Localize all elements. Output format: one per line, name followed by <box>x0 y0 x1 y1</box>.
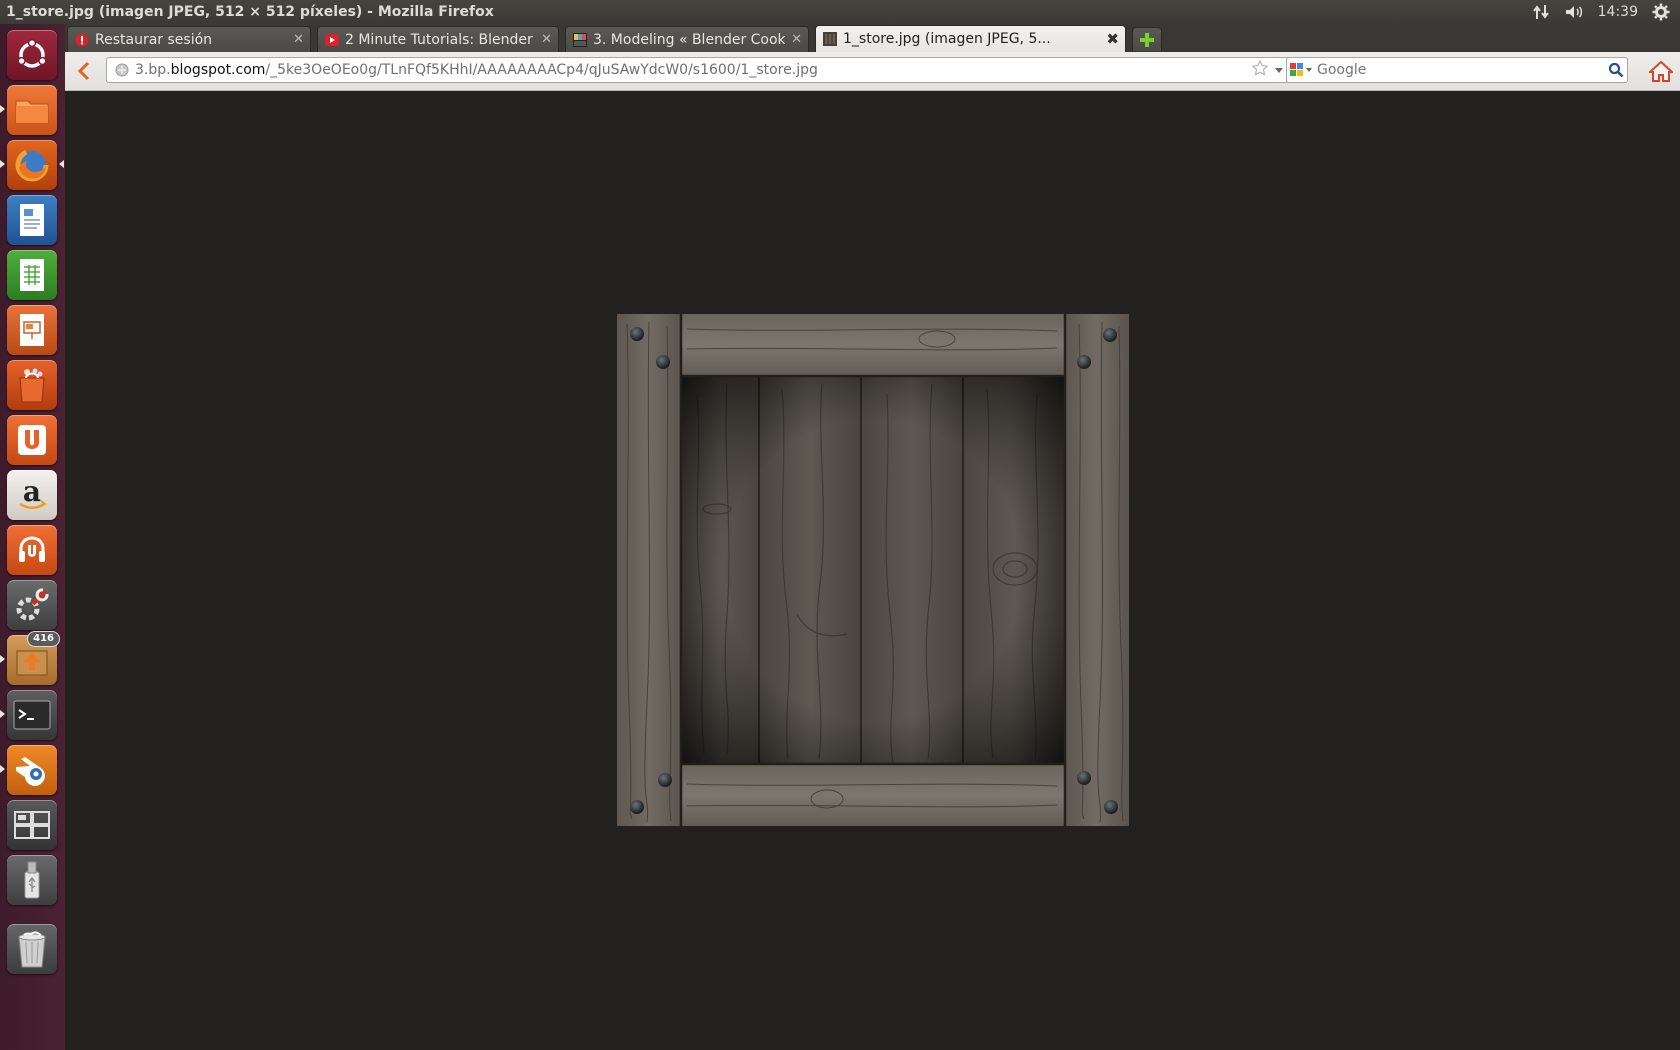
home-icon <box>1649 60 1673 82</box>
tab-2-minute-tutorials[interactable]: 2 Minute Tutorials: Blender ... ✕ <box>317 26 559 52</box>
url-bar[interactable]: 3.bp.blogspot.com/_5ke3OeOEo0g/TLnFQf5KH… <box>106 57 1315 83</box>
close-tab-icon[interactable]: ✕ <box>791 32 802 47</box>
page-content <box>65 91 1680 1050</box>
image-icon <box>822 31 838 47</box>
history-dropdown-icon[interactable] <box>1274 62 1284 78</box>
running-indicator <box>0 655 5 663</box>
running-indicator <box>0 105 5 113</box>
search-input[interactable] <box>1315 61 1605 79</box>
folder-icon[interactable] <box>7 85 57 135</box>
workspaces-icon[interactable] <box>7 800 57 850</box>
search-bar[interactable] <box>1286 57 1628 83</box>
new-tab-button[interactable] <box>1132 27 1162 51</box>
running-indicator <box>0 710 5 718</box>
running-indicator <box>0 765 5 773</box>
shopping-bag-icon[interactable] <box>7 360 57 410</box>
close-tab-icon[interactable]: ✕ <box>293 32 304 47</box>
amazon-icon[interactable]: a <box>7 470 57 520</box>
usb-icon[interactable] <box>7 855 57 905</box>
url-domain: blogspot.com <box>170 62 266 78</box>
firefox-icon[interactable] <box>7 140 57 190</box>
top-panel: 1_store.jpg (imagen JPEG, 512 × 512 píxe… <box>0 0 1680 24</box>
site-identity-icon[interactable] <box>113 61 131 79</box>
volume-icon[interactable] <box>1564 2 1584 22</box>
close-tab-icon[interactable]: ✕ <box>541 32 552 47</box>
network-icon[interactable] <box>1532 2 1550 22</box>
libreoffice-writer-icon[interactable] <box>7 195 57 245</box>
google-engine-icon[interactable] <box>1287 59 1315 81</box>
tab-modeling-blender-cookie[interactable]: 3. Modeling « Blender Cookie ✕ <box>565 26 809 52</box>
active-indicator <box>59 160 64 168</box>
back-arrow-icon <box>77 61 90 81</box>
update-count-badge: 416 <box>27 631 60 647</box>
tab-title: Restaurar sesión <box>95 31 213 48</box>
tab-title: 1_store.jpg (imagen JPEG, 5... <box>843 31 1051 47</box>
libreoffice-impress-icon[interactable] <box>7 305 57 355</box>
alert-icon <box>74 32 90 48</box>
plus-icon <box>1140 32 1154 47</box>
update-icon[interactable]: 416 <box>7 631 60 685</box>
home-button[interactable] <box>1648 58 1674 84</box>
url-prefix: 3.bp. <box>135 62 171 78</box>
back-button[interactable] <box>73 60 95 82</box>
libreoffice-calc-icon[interactable] <box>7 250 57 300</box>
svg-text:a: a <box>23 477 41 508</box>
window-title: 1_store.jpg (imagen JPEG, 512 × 512 píxe… <box>6 4 494 20</box>
session-gear-icon[interactable] <box>1652 2 1670 22</box>
youtube-icon <box>324 32 340 48</box>
trash-icon[interactable] <box>7 924 57 974</box>
clock[interactable]: 14:39 <box>1598 2 1638 22</box>
indicator-area: 14:39 <box>1532 2 1680 22</box>
crate-frame-bottom <box>681 764 1065 826</box>
tab-bar: Restaurar sesión ✕ 2 Minute Tutorials: B… <box>65 24 1680 52</box>
crate-planks <box>681 374 1065 766</box>
terminal-icon[interactable] <box>7 690 57 740</box>
running-indicator <box>0 160 5 168</box>
tab-title: 2 Minute Tutorials: Blender ... <box>345 31 536 48</box>
navigation-toolbar: 3.bp.blogspot.com/_5ke3OeOEo0g/TLnFQf5KH… <box>65 52 1680 91</box>
unity-launcher: a 416 <box>0 24 66 1050</box>
tab-1-store-jpg[interactable]: 1_store.jpg (imagen JPEG, 5... ✖ <box>815 25 1126 52</box>
tab-title: 3. Modeling « Blender Cookie <box>593 31 786 48</box>
bookmark-star-icon[interactable] <box>1251 59 1269 80</box>
ubuntu-one-icon[interactable] <box>7 415 57 465</box>
settings-icon[interactable] <box>7 580 57 630</box>
blendercookie-icon <box>572 32 588 48</box>
close-tab-icon[interactable]: ✖ <box>1106 30 1119 48</box>
wooden-crate-image <box>617 314 1129 826</box>
tab-restaurar-sesion[interactable]: Restaurar sesión ✕ <box>67 26 311 52</box>
search-magnifier-icon[interactable] <box>1605 59 1627 81</box>
headphones-icon[interactable] <box>7 525 57 575</box>
url-path: /_5ke3OeOEo0g/TLnFQf5KHhI/AAAAAAAACp4/qJ… <box>265 62 818 78</box>
ubuntu-logo-icon[interactable] <box>7 30 57 80</box>
crate-frame-top <box>681 314 1065 376</box>
blender-icon[interactable] <box>7 745 57 795</box>
url-text: 3.bp.blogspot.com/_5ke3OeOEo0g/TLnFQf5KH… <box>135 62 818 78</box>
